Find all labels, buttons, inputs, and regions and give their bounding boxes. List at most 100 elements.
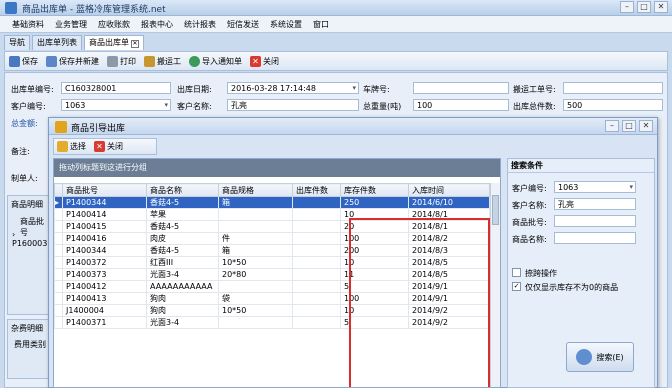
column-header[interactable]: 入库时间 (408, 183, 490, 197)
column-header[interactable]: 库存件数 (340, 183, 409, 197)
table-cell (292, 256, 341, 269)
table-cell (218, 280, 293, 293)
table-cell (218, 220, 293, 233)
table-cell: 香菇4-5 (146, 196, 219, 209)
column-header[interactable]: 商品批号 (62, 183, 147, 197)
order-no-label: 出库单编号: (11, 85, 54, 94)
detail-tab[interactable]: 商品明细 (11, 199, 43, 210)
tab-label: 商品出库单 (89, 38, 129, 47)
dialog-maximize-button[interactable]: □ (622, 120, 636, 132)
table-cell (292, 244, 341, 257)
search-name-field[interactable] (554, 232, 636, 244)
table-row[interactable]: ▸ P1400344 香菇4-5 箱 250 2014/6/10 (54, 196, 490, 209)
dialog-toolbar: 选择 ✕ 关闭 (53, 138, 157, 155)
order-no-field[interactable]: C160328001 (61, 82, 171, 94)
close-window-button[interactable]: ✕ (654, 1, 668, 13)
row-indicator (54, 220, 63, 233)
menu-item[interactable]: 系统设置 (270, 19, 302, 30)
table-cell: P1400416 (62, 232, 147, 245)
nonzero-checkbox[interactable]: ✓ (512, 282, 521, 291)
customer-no-field[interactable]: 1063 (61, 99, 171, 111)
dialog-titlebar: 商品引导出库 – □ ✕ (49, 118, 657, 135)
magnifier-icon (576, 349, 593, 365)
row-indicator (54, 244, 63, 257)
dialog-close-button[interactable]: ✕ (639, 120, 653, 132)
table-cell: 光面3-4 (146, 268, 219, 281)
dialog-minimize-button[interactable]: – (605, 120, 619, 132)
column-header[interactable]: 商品规格 (218, 183, 293, 197)
menu-item[interactable]: 应收账款 (98, 19, 130, 30)
dialog-close-action-button[interactable]: ✕ 关闭 (94, 141, 123, 152)
close-tab-icon[interactable]: ✕ (131, 40, 139, 48)
tab-label: 出库单列表 (37, 38, 77, 47)
search-batch-field[interactable] (554, 215, 636, 227)
search-button[interactable]: 搜索(E) (566, 342, 634, 372)
row-indicator (54, 316, 63, 329)
scroll-thumb[interactable] (492, 195, 499, 225)
detail-row[interactable]: › P160003 (12, 230, 48, 248)
carry-button[interactable]: 搬运工 (144, 55, 181, 67)
print-label: 打印 (120, 56, 136, 66)
group-hint: 拖动列标题到这进行分组 (54, 159, 500, 177)
tab-outbound-list[interactable]: 出库单列表 (32, 35, 82, 50)
row-indicator (54, 208, 63, 221)
car-field[interactable] (413, 82, 509, 94)
table-cell: P1400344 (62, 244, 147, 257)
search-header: 搜索条件 (508, 159, 654, 173)
document-tabs: 导航 出库单列表 商品出库单 ✕ (0, 35, 144, 51)
menu-item[interactable]: 短信发送 (227, 19, 259, 30)
table-cell: 2014/6/10 (408, 196, 490, 209)
search-button-label: 搜索(E) (596, 352, 624, 362)
minimize-button[interactable]: – (620, 1, 634, 13)
print-button[interactable]: 打印 (107, 55, 136, 67)
table-cell: P1400412 (62, 280, 147, 293)
table-cell: P1400415 (62, 220, 147, 233)
row-indicator (54, 304, 63, 317)
table-cell (292, 268, 341, 281)
misc-tab[interactable]: 杂费明细 (11, 323, 43, 334)
table-cell (292, 220, 341, 233)
column-header[interactable]: 出库件数 (292, 183, 341, 197)
search-cust-no-label: 客户编号: (512, 184, 547, 193)
row-indicator (54, 256, 63, 269)
fuzzy-label: 捺跨操作 (525, 269, 557, 278)
save-button[interactable]: 保存 (9, 55, 38, 67)
misc-panel: 杂费明细 费用类别 (7, 319, 49, 379)
check-icon (57, 141, 68, 152)
tab-nav[interactable]: 导航 (4, 35, 30, 50)
select-label: 选择 (70, 142, 86, 151)
table-cell (292, 292, 341, 305)
customer-no-label: 客户编号: (11, 102, 46, 111)
import-button[interactable]: 导入通知单 (189, 55, 242, 67)
save-new-button[interactable]: 保存并新建 (46, 55, 99, 67)
date-field[interactable]: 2016-03-28 17:14:48 (227, 82, 359, 94)
worker-no-field[interactable] (563, 82, 663, 94)
column-header[interactable]: 商品名称 (146, 183, 219, 197)
customer-name-field[interactable]: 孔亮 (227, 99, 359, 111)
customer-name-label: 客户名称: (177, 102, 212, 111)
misc-col-header: 费用类别 (14, 340, 46, 349)
count-field[interactable]: 500 (563, 99, 663, 111)
search-batch-label: 商品批号: (512, 218, 547, 227)
table-cell (292, 196, 341, 209)
search-cust-no-field[interactable]: 1063 (554, 181, 636, 193)
date-label: 出库日期: (177, 85, 212, 94)
menu-item[interactable]: 基础资料 (12, 19, 44, 30)
row-indicator (54, 280, 63, 293)
select-button[interactable]: 选择 (57, 141, 86, 152)
close-button[interactable]: ✕ 关闭 (250, 55, 279, 67)
maximize-button[interactable]: □ (637, 1, 651, 13)
grid-scrollbar[interactable] (490, 183, 500, 387)
menu-item[interactable]: 报表中心 (141, 19, 173, 30)
menu-item[interactable]: 业务管理 (55, 19, 87, 30)
count-label: 出库总件数: (513, 102, 556, 111)
weight-field[interactable]: 100 (413, 99, 509, 111)
table-cell: 10*50 (218, 304, 293, 317)
menu-item[interactable]: 统计报表 (184, 19, 216, 30)
close-icon: ✕ (94, 141, 105, 152)
search-cust-name-field[interactable]: 孔亮 (554, 198, 636, 210)
table-cell: 箱 (218, 244, 293, 257)
tab-outbound-order[interactable]: 商品出库单 ✕ (84, 35, 144, 50)
menu-item[interactable]: 窗口 (313, 19, 329, 30)
fuzzy-checkbox[interactable] (512, 268, 521, 277)
